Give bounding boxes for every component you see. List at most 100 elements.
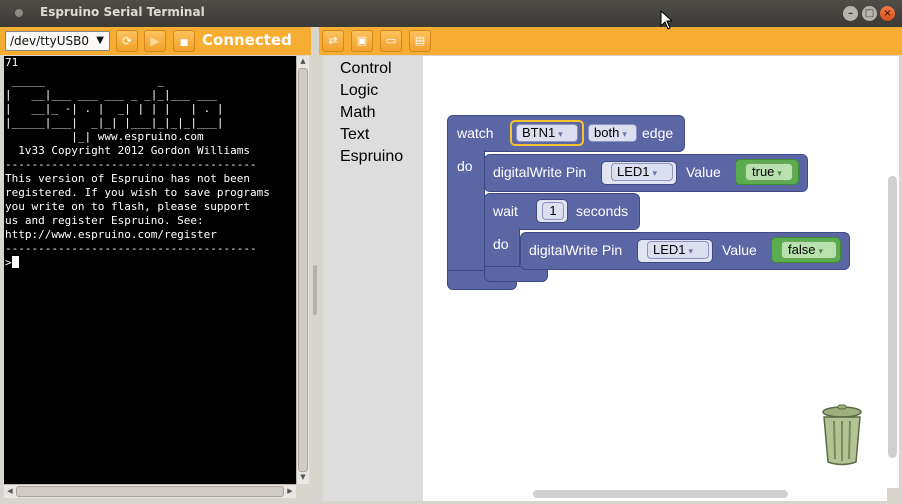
workspace-hscroll-thumb[interactable] <box>533 490 788 498</box>
terminal-line-text: 1v33 Copyright 2012 Gordon Williams <box>5 144 251 157</box>
watch-pin-value: BTN1 <box>522 125 556 140</box>
terminal-scroll-thumb[interactable] <box>298 68 308 472</box>
wait-label: wait <box>493 203 518 219</box>
splitter-grip[interactable] <box>313 265 317 315</box>
category-control[interactable]: Control <box>340 60 392 78</box>
title-bar: Espruino Serial Terminal – □ × <box>0 0 902 27</box>
terminal-line: | __|_ -| . | _| | | | | . | <box>4 102 296 116</box>
stop-icon: ■ <box>179 38 189 48</box>
terminal-line: us and register Espruino. See: <box>4 214 296 228</box>
terminal-hscroll-thumb[interactable] <box>16 486 284 497</box>
terminal-output[interactable]: 71 _____ _ | __|___ ___ ___ _ _|_|___ ___… <box>4 56 296 484</box>
terminal-line: |_____|___| _|_| |___|_|_|_|___| <box>4 116 296 130</box>
boolean-dropdown-true[interactable]: true ▾ <box>745 163 793 181</box>
terminal-line-text: | __|___ ___ ___ _ _|_|___ ___ <box>5 88 217 101</box>
terminal-line: http://www.espruino.com/register <box>4 228 296 242</box>
scroll-right-arrow-icon[interactable]: ▶ <box>284 486 296 497</box>
window-menu-icon[interactable] <box>15 9 23 17</box>
dropdown-arrow-icon: ▾ <box>777 168 782 178</box>
terminal-line-text: | __|_ -| . | _| | | | | . | <box>5 102 224 115</box>
workspace-vertical-scrollbar[interactable] <box>887 56 899 488</box>
terminal-line-text: 71 <box>5 56 19 69</box>
terminal-line-text: > <box>5 256 12 269</box>
mouse-pointer-icon <box>660 10 672 30</box>
window-title: Espruino Serial Terminal <box>40 5 205 19</box>
terminal-line: > <box>4 256 296 270</box>
category-text[interactable]: Text <box>340 126 369 144</box>
boolean-value-true: true <box>752 164 775 179</box>
terminal-line: -------------------------------------- <box>4 242 296 256</box>
open-button[interactable]: ▭ <box>380 30 402 52</box>
terminal-line: -------------------------------------- <box>4 158 296 172</box>
workspace-vscroll-thumb[interactable] <box>888 176 897 458</box>
image-button[interactable]: ▣ <box>351 30 373 52</box>
workspace-horizontal-scrollbar[interactable] <box>423 488 887 501</box>
value-label-1: Value <box>686 164 721 180</box>
connection-status: Connected <box>202 31 292 49</box>
play-icon: ▶ <box>150 34 160 48</box>
terminal-horizontal-scrollbar[interactable]: ◀ ▶ <box>4 484 296 498</box>
category-logic[interactable]: Logic <box>340 82 378 100</box>
boolean-dropdown-false[interactable]: false ▾ <box>781 241 837 259</box>
pane-splitter[interactable] <box>311 27 319 504</box>
refresh-icon: ⟳ <box>121 34 133 48</box>
connect-button[interactable]: ▶ <box>144 30 166 52</box>
value-label-2: Value <box>722 242 757 258</box>
terminal-vertical-scrollbar[interactable]: ▲ ▼ <box>296 56 309 484</box>
terminal-line-text: registered. If you wish to save programs <box>5 186 270 199</box>
watch-label: watch <box>457 125 494 141</box>
save-icon: ▤ <box>414 34 426 47</box>
trash-icon[interactable] <box>819 404 865 467</box>
swap-button[interactable]: ⇄ <box>322 30 344 52</box>
dropdown-arrow-icon: ▾ <box>622 129 627 139</box>
watch-pin-dropdown[interactable]: BTN1 ▾ <box>516 124 578 142</box>
category-math[interactable]: Math <box>340 104 376 122</box>
digitalwrite-label-1: digitalWrite Pin <box>493 164 587 180</box>
image-icon: ▣ <box>356 34 368 47</box>
terminal-line: | __|___ ___ ___ _ _|_|___ ___ <box>4 88 296 102</box>
terminal-line-text: you write on to flash, please support <box>5 200 251 213</box>
pin-dropdown-2[interactable]: LED1 ▾ <box>647 241 709 259</box>
terminal-line: 71 <box>4 56 296 70</box>
terminal-line-text: _____ _ <box>5 74 164 87</box>
terminal-line-text: |_____|___| _|_| |___|_|_|_|___| <box>5 116 224 129</box>
terminal-line: 1v33 Copyright 2012 Gordon Williams <box>4 144 296 158</box>
pin-dropdown-1[interactable]: LED1 ▾ <box>611 163 673 181</box>
terminal-line-text: This version of Espruino has not been <box>5 172 251 185</box>
edge-type-value: both <box>594 125 620 140</box>
wait-unit-label: seconds <box>576 203 629 219</box>
scroll-left-arrow-icon[interactable]: ◀ <box>4 486 16 497</box>
dropdown-arrow-icon: ▾ <box>558 129 563 139</box>
terminal-line-text: us and register Espruino. See: <box>5 214 204 227</box>
wait-amount-input[interactable]: 1 <box>542 202 564 220</box>
save-button[interactable]: ▤ <box>409 30 431 52</box>
pin-value-2: LED1 <box>653 242 686 257</box>
scroll-up-arrow-icon[interactable]: ▲ <box>297 56 309 67</box>
boolean-value-false: false <box>788 242 816 257</box>
close-button[interactable]: × <box>880 6 895 21</box>
terminal-line-text: |_| www.espruino.com <box>5 130 204 143</box>
scroll-down-arrow-icon[interactable]: ▼ <box>297 472 309 483</box>
watch-do-label: do <box>457 158 473 174</box>
folder-open-icon: ▭ <box>385 34 397 47</box>
pin-value-1: LED1 <box>617 164 650 179</box>
blocks-toolbar <box>319 27 902 55</box>
refresh-button[interactable]: ⟳ <box>116 30 138 52</box>
terminal-cursor <box>11 256 19 268</box>
maximize-button[interactable]: □ <box>862 6 877 21</box>
digitalwrite-label-2: digitalWrite Pin <box>529 242 623 258</box>
terminal-line-text: -------------------------------------- <box>5 158 257 171</box>
disconnect-button[interactable]: ■ <box>173 30 195 52</box>
port-select[interactable]: /dev/ttyUSB0 ▼ <box>5 31 110 51</box>
edge-type-dropdown[interactable]: both ▾ <box>588 124 637 142</box>
terminal-line: registered. If you wish to save programs <box>4 186 296 200</box>
wait-do-label: do <box>493 236 509 252</box>
terminal-line: you write on to flash, please support <box>4 200 296 214</box>
dropdown-arrow-icon: ▾ <box>818 246 823 256</box>
minimize-button[interactable]: – <box>843 6 858 21</box>
terminal-line: _____ _ <box>4 74 296 88</box>
category-espruino[interactable]: Espruino <box>340 148 403 166</box>
dropdown-arrow-icon: ▼ <box>96 35 104 46</box>
port-value: /dev/ttyUSB0 <box>10 34 89 48</box>
terminal-line: |_| www.espruino.com <box>4 130 296 144</box>
